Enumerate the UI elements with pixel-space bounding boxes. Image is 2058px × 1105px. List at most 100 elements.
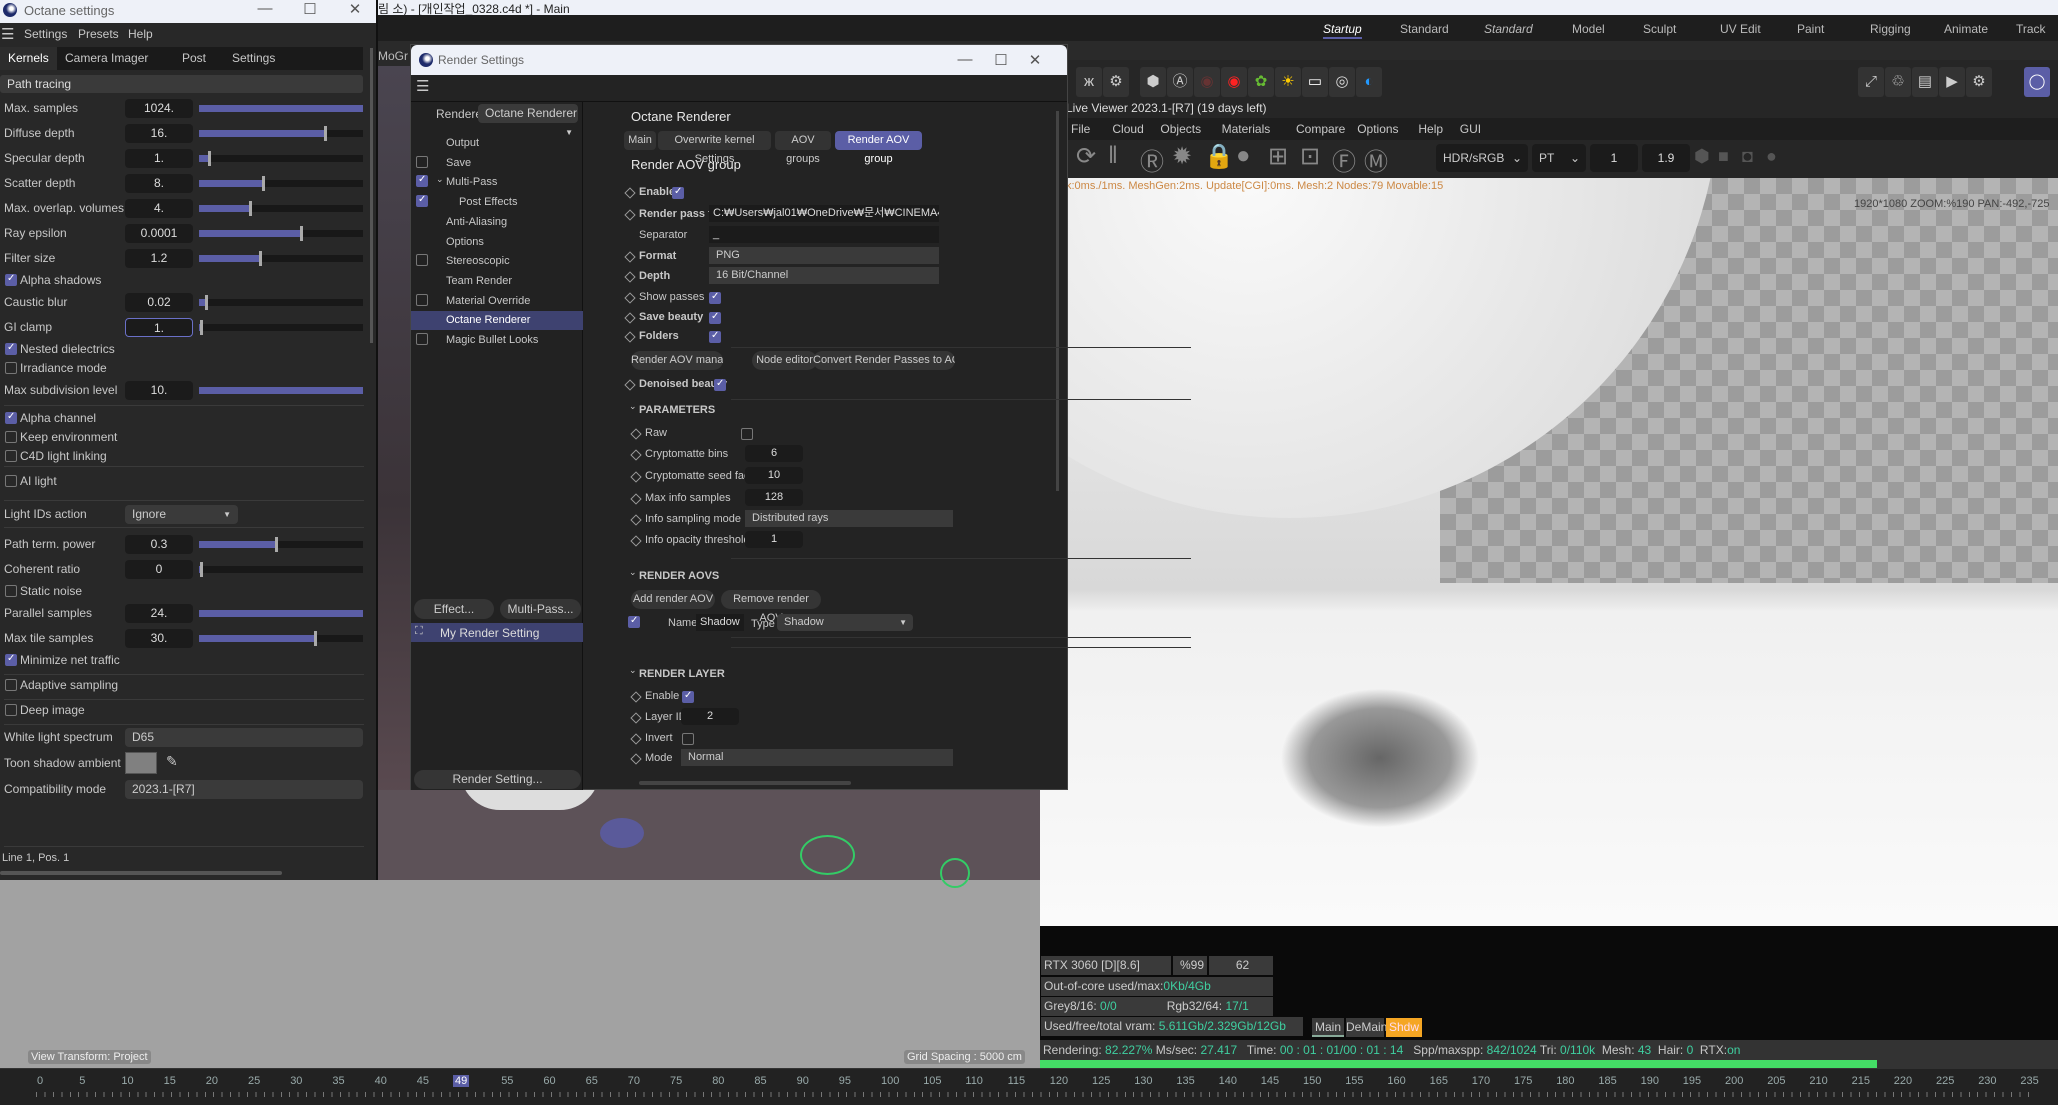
layout-tab-0[interactable]: Startup [1323,22,1362,39]
list-item-label[interactable]: Post Effects [459,196,518,208]
value-slider[interactable] [199,537,363,552]
viewer-action-icon[interactable]: ◘ [1742,146,1753,167]
slider-knob[interactable] [299,226,303,241]
checkbox[interactable] [741,428,753,440]
viewer-tool-icon[interactable]: ⚙ [1103,67,1129,97]
checkbox[interactable] [709,311,721,324]
value-field[interactable]: 0 [125,560,193,579]
layout-tab-8[interactable]: Animate [1944,22,1988,36]
text-field[interactable]: D65 [125,728,363,747]
viewer-action-icon[interactable]: 🔒 [1204,142,1234,171]
pass-tab-shdw[interactable]: Shdw [1386,1018,1422,1037]
aov-type-select[interactable]: Shadow ▼ [777,614,913,631]
value-field[interactable]: 6 [745,445,803,462]
pass-tab-demain[interactable]: DeMain [1346,1018,1387,1037]
item-checkbox[interactable] [416,293,428,306]
keyframe-diamond-icon[interactable] [624,292,636,304]
value-slider[interactable] [199,631,363,646]
keyframe-diamond-icon[interactable] [630,753,642,765]
value-slider[interactable] [199,387,363,394]
render-image[interactable] [1040,178,2058,926]
light-gizmo[interactable] [800,835,855,875]
octane-tab-3[interactable]: Settings [224,47,284,70]
keyframe-diamond-icon[interactable] [630,428,642,440]
viewer-action-icon[interactable]: ■ [1718,146,1729,167]
keyframe-diamond-icon[interactable] [630,691,642,703]
viewer-action-icon[interactable]: ● [1236,142,1251,170]
value-field[interactable]: 1. [125,149,193,168]
close-button[interactable]: ✕ [1020,51,1050,69]
value-field[interactable]: 0.02 [125,293,193,312]
minimize-button[interactable]: — [250,0,280,17]
value-field[interactable]: 30. [125,629,193,648]
layout-tab-3[interactable]: Model [1572,22,1605,36]
minimize-button[interactable]: — [950,51,980,68]
mograph-tab[interactable]: MoGr [378,49,408,63]
value-field[interactable]: _ [709,226,939,243]
octane-logo-icon[interactable]: ◯ [2024,67,2050,97]
effect-button[interactable]: Effect... [414,599,494,619]
value-slider[interactable] [199,176,363,191]
slider-knob[interactable] [275,537,279,552]
value-field[interactable]: 2 [681,708,739,725]
checkbox[interactable] [682,690,694,703]
viewer-tool-icon[interactable]: ♲ [1885,67,1911,97]
chevron-down-icon[interactable]: ⌄ [629,401,637,412]
vertical-scrollbar[interactable] [370,48,373,343]
keyframe-diamond-icon[interactable] [630,733,642,745]
checkbox[interactable] [5,704,17,716]
checkbox[interactable] [5,431,17,443]
viewer-action-icon[interactable]: ✹ [1172,142,1192,171]
viewer-tool-icon[interactable]: ▤ [1912,67,1938,97]
value-slider[interactable] [199,251,363,266]
value-field[interactable]: Normal [681,749,953,766]
value-field[interactable]: C:₩Users₩jal01₩OneDrive₩문서₩CINEMA4D₩개인작업… [709,205,939,222]
maximize-button[interactable]: ☐ [986,51,1016,69]
value-slider[interactable] [199,295,363,310]
value-field[interactable]: 24. [125,604,193,623]
renderer-select[interactable]: Octane Renderer ▼ [478,104,578,137]
keyframe-diamond-icon[interactable] [630,535,642,547]
section-header[interactable]: RENDER LAYER [639,668,725,680]
keyframe-diamond-icon[interactable] [624,271,636,283]
viewer-tool-icon[interactable]: ⬢ [1140,67,1166,97]
value-slider[interactable] [199,320,363,335]
checkbox[interactable] [5,411,17,424]
light-gizmo[interactable] [940,858,970,888]
keyframe-diamond-icon[interactable] [624,251,636,263]
checkbox[interactable] [672,186,684,199]
viewer-action-icon[interactable]: Ⓕ [1332,142,1356,177]
horizontal-scrollbar[interactable] [639,781,851,785]
keyframe-diamond-icon[interactable] [630,449,642,461]
item-checkbox[interactable] [416,155,428,168]
viewport-lower[interactable] [0,880,1040,1070]
layout-tab-7[interactable]: Rigging [1870,22,1911,36]
value-field[interactable]: 1. [125,318,193,337]
text-field[interactable]: 2023.1-[R7] [125,780,363,799]
viewer-menu-compare[interactable]: Compare [1296,122,1345,136]
value-field[interactable]: 1 [745,531,803,548]
checkbox[interactable] [5,273,17,286]
viewer-menu-objects[interactable]: Objects [1160,122,1201,136]
value-slider[interactable] [199,562,363,577]
octane-tab-2[interactable]: Post [174,47,226,70]
value-slider[interactable] [199,126,363,141]
viewer-tool-icon[interactable]: ▶ [1939,67,1965,97]
checkbox[interactable] [714,378,726,391]
aov-tab-0[interactable]: Main [624,131,656,150]
list-item-label[interactable]: Output [446,137,479,149]
list-item-label[interactable]: Team Render [446,275,512,287]
viewer-menu-materials[interactable]: Materials [1222,122,1271,136]
item-checkbox[interactable] [416,333,428,345]
slider-knob[interactable] [314,631,318,646]
horizontal-scrollbar[interactable] [0,871,282,875]
value-slider[interactable] [199,201,363,216]
viewer-action-icon[interactable]: ● [1766,146,1777,167]
viewer-action-icon[interactable]: ⟳ [1076,142,1096,171]
action-button-1[interactable]: Node editor [752,351,817,370]
pass-tab-main[interactable]: Main [1312,1018,1344,1037]
viewer-tool-icon[interactable]: ◉ [1221,67,1247,97]
action-button-2[interactable]: Convert Render Passes to AOV [813,351,955,370]
remove-render-aov-button[interactable]: Remove render AOV [721,590,821,624]
render-setting-button[interactable]: Render Setting... [414,770,581,789]
